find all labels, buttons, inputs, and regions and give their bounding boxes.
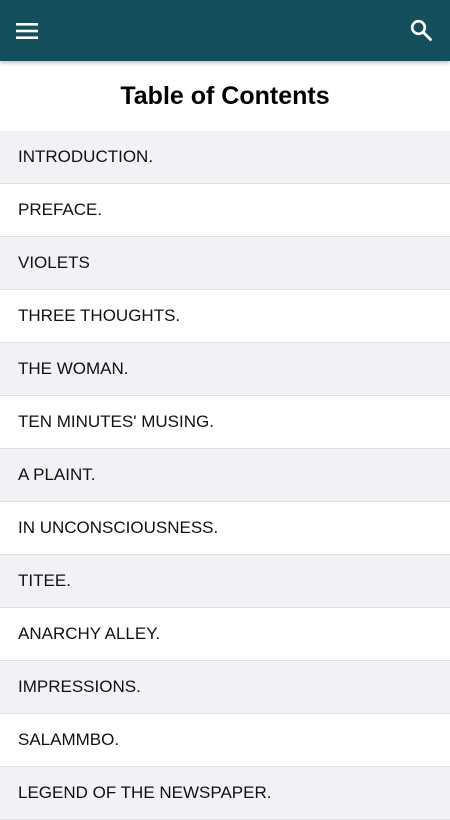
toc-item-label: INTRODUCTION. [18,147,154,166]
toc-item[interactable]: THE WOMAN. [0,343,450,396]
toc-item-label: A PLAINT. [18,465,96,484]
search-icon [410,19,432,41]
toc-item[interactable]: IN UNCONSCIOUSNESS. [0,502,450,555]
toc-item-label: TITEE. [18,571,71,590]
toc-item[interactable]: THREE THOUGHTS. [0,290,450,343]
page-title: Table of Contents [120,81,330,110]
toc-item-label: THE WOMAN. [18,359,129,378]
toc-list: INTRODUCTION. PREFACE. VIOLETS THREE THO… [0,131,450,820]
toc-item-label: THREE THOUGHTS. [18,306,181,325]
toc-item[interactable]: VIOLETS [0,237,450,290]
toc-item[interactable]: INTRODUCTION. [0,131,450,184]
toc-item-label: SALAMMBO. [18,730,120,749]
toc-item[interactable]: TITEE. [0,555,450,608]
toc-item-label: VIOLETS [18,253,90,272]
toc-item-label: PREFACE. [18,200,103,219]
toc-item[interactable]: A PLAINT. [0,449,450,502]
search-button[interactable] [404,13,438,47]
toc-item-label: LEGEND OF THE NEWSPAPER. [18,783,272,802]
toc-item[interactable]: SALAMMBO. [0,714,450,767]
app-bar [0,0,450,61]
hamburger-menu-icon [16,23,38,39]
toc-item[interactable]: IMPRESSIONS. [0,661,450,714]
menu-button[interactable] [10,14,44,48]
toc-item[interactable]: LEGEND OF THE NEWSPAPER. [0,767,450,820]
toc-item[interactable]: ANARCHY ALLEY. [0,608,450,661]
toc-item-label: ANARCHY ALLEY. [18,624,161,643]
toc-item-label: IN UNCONSCIOUSNESS. [18,518,219,537]
toc-item-label: TEN MINUTES' MUSING. [18,412,214,431]
toc-item[interactable]: PREFACE. [0,184,450,237]
toc-item-label: IMPRESSIONS. [18,677,141,696]
toc-item[interactable]: TEN MINUTES' MUSING. [0,396,450,449]
